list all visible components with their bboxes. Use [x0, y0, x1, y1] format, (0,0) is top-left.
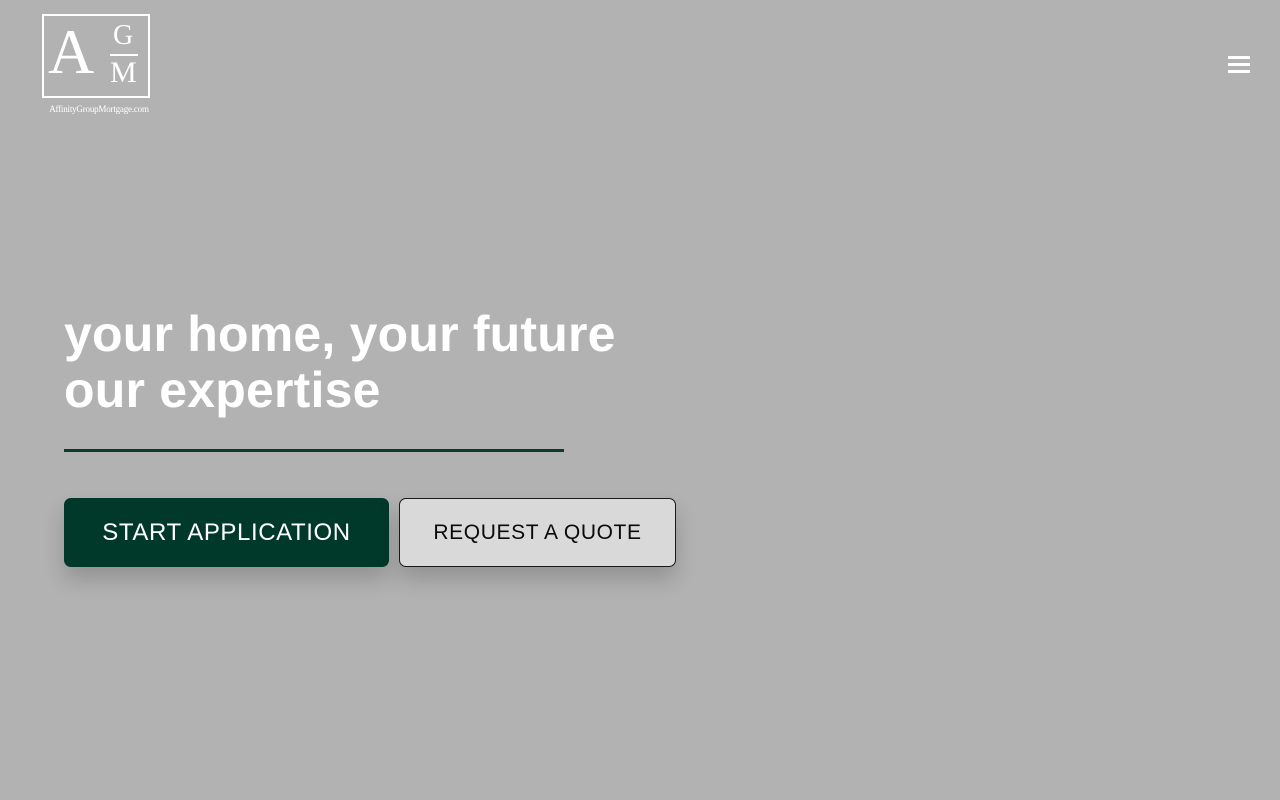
- request-a-quote-button[interactable]: REQUEST A QUOTE: [399, 498, 676, 567]
- logo-letter-m: M: [110, 56, 137, 89]
- logo-letter-g: G: [113, 20, 134, 51]
- hero-section: your home, your future our expertise: [64, 306, 764, 452]
- menu-bar-middle: [1228, 63, 1250, 66]
- menu-bar-bottom: [1228, 70, 1250, 73]
- brand-logo[interactable]: A G M AffinityGroupMortgage.com: [38, 14, 160, 118]
- start-application-button[interactable]: START APPLICATION: [64, 498, 389, 567]
- hero-divider: [64, 449, 564, 452]
- hero-title: your home, your future our expertise: [64, 306, 764, 418]
- logo-url-text: AffinityGroupMortgage.com: [49, 104, 149, 114]
- menu-bar-top: [1228, 56, 1250, 59]
- hamburger-menu-icon[interactable]: [1222, 50, 1256, 80]
- cta-row: START APPLICATION REQUEST A QUOTE: [64, 498, 676, 567]
- hero-title-line-1: your home, your future: [64, 306, 616, 362]
- hero-title-line-2: our expertise: [64, 362, 381, 418]
- logo-letter-a: A: [48, 16, 95, 87]
